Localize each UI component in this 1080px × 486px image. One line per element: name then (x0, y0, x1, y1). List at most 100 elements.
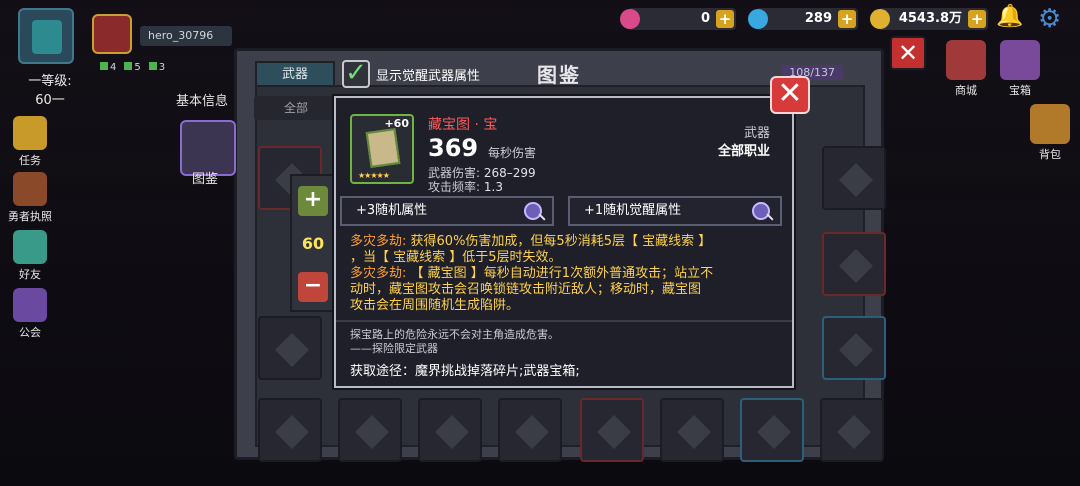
avatar-face (32, 20, 62, 54)
weapon-lore-sub: ——探险限定武器 (350, 342, 438, 355)
side-item-guild-label: 公会 (19, 326, 41, 339)
weapon-slot[interactable] (338, 398, 402, 462)
effect-1-line-1: 获得60%伤害加成，但每5秒消耗5层【 宝藏线索 】 (410, 234, 712, 249)
effect-description-1: 多灾多劫: 获得60%伤害加成，但每5秒消耗5层【 宝藏线索 】 ，当【 宝藏线… (350, 234, 782, 266)
weapon-name: 藏宝图 · 宝 (428, 117, 498, 133)
awaken-attribute-label: +1随机觉醒属性 (584, 203, 682, 218)
mini-stat-2: 5 (124, 62, 140, 73)
notification-bell-icon[interactable]: 🔔 (996, 4, 1024, 32)
settings-gear-icon[interactable]: ⚙ (1038, 4, 1068, 34)
side-item-tasks[interactable]: 任务 (8, 116, 52, 168)
level-decrease-button[interactable]: − (298, 272, 328, 302)
license-icon (13, 172, 47, 206)
mini-stat-3: 3 (149, 62, 165, 73)
blue-gem-icon (748, 9, 768, 29)
weapon-slot[interactable] (820, 398, 884, 462)
side-item-friends[interactable]: 好友 (8, 230, 52, 282)
show-awakened-toggle[interactable]: ✓ 显示觉醒武器属性 (342, 60, 480, 88)
show-awakened-label: 显示觉醒武器属性 (376, 68, 481, 84)
blue-gem-counter: 289 + (748, 8, 858, 30)
pink-gem-icon (620, 9, 640, 29)
weapon-dps-label: 每秒伤害 (488, 146, 537, 160)
weapon-source-value: 魔界挑战掉落碎片;武器宝箱; (415, 364, 580, 379)
weapon-rate-line: 攻击频率: 1.3 (428, 178, 503, 195)
side-item-shop-label: 商城 (955, 84, 977, 97)
weapon-rate-label: 攻击频率: (428, 180, 481, 194)
weapon-icon: +60 ★★★★★ (350, 114, 414, 184)
hero-name-label: hero_30796 (140, 26, 232, 46)
side-item-chest-label: 宝箱 (1009, 84, 1031, 97)
effect-2-line-1: 【 藏宝图 】每秒自动进行1次额外普通攻击；站立不 (410, 266, 714, 281)
add-gold-button[interactable]: + (968, 10, 986, 28)
effect-2-tag: 多灾多劫: (350, 266, 407, 281)
weapon-slot[interactable] (822, 232, 886, 296)
weapon-slot[interactable] (740, 398, 804, 462)
checkmark-icon: ✓ (342, 60, 370, 88)
side-item-shop[interactable]: 商城 (938, 40, 994, 98)
weapon-slot[interactable] (258, 316, 322, 380)
guild-icon (13, 288, 47, 322)
effect-2-line-2: 动时，藏宝图攻击会召唤锁链攻击附近敌人；移动时，藏宝图 (350, 282, 702, 297)
level-stepper: + 60 − (290, 174, 336, 312)
weapon-slot[interactable] (660, 398, 724, 462)
awaken-attribute-box[interactable]: +1随机觉醒属性 (568, 196, 782, 226)
codex-side-labels: 基本信息 (176, 90, 228, 109)
add-blue-gem-button[interactable]: + (838, 10, 856, 28)
side-item-license[interactable]: 勇者执照 (8, 172, 52, 224)
side-item-backpack-label: 背包 (1039, 148, 1061, 161)
weapon-rate-value: 1.3 (483, 180, 503, 194)
side-item-tasks-label: 任务 (19, 154, 41, 167)
filter-1[interactable]: 全部 (254, 96, 344, 120)
side-label-codex[interactable]: 图鉴 (192, 168, 218, 187)
weapon-slot[interactable] (258, 398, 322, 462)
pink-gem-counter: 0 + (620, 8, 736, 30)
side-item-chest[interactable]: 宝箱 (992, 40, 1048, 98)
effect-2-line-3: 攻击会在周围随机生成陷阱。 (350, 298, 520, 313)
weapon-type: 武器 (743, 126, 770, 141)
weapon-detail-panel: +60 ★★★★★ 藏宝图 · 宝 369 每秒伤害 武器伤害: 268–299… (334, 96, 794, 388)
treasure-map-icon (365, 128, 401, 168)
mini-stats: 4 5 3 (100, 62, 165, 73)
codex-close-button[interactable]: ✕ (890, 36, 926, 70)
weapon-slot[interactable] (418, 398, 482, 462)
mini-stat-1: 4 (100, 62, 116, 73)
weapon-source-label: 获取途径： (350, 364, 416, 379)
chest-icon (1000, 40, 1040, 80)
backpack-icon (1030, 104, 1070, 144)
weapon-plus-level: +60 (384, 117, 409, 130)
side-label-basic-info[interactable]: 基本信息 (176, 90, 228, 109)
friends-icon (13, 230, 47, 264)
weapon-source: 获取途径：魔界挑战掉落碎片;武器宝箱; (350, 360, 580, 379)
gold-coin-icon (870, 9, 890, 29)
side-item-guild[interactable]: 公会 (8, 288, 52, 340)
weapon-slot[interactable] (498, 398, 562, 462)
side-item-license-label: 勇者执照 (8, 210, 52, 223)
level-increase-button[interactable]: + (298, 186, 328, 216)
weapon-slot[interactable] (822, 316, 886, 380)
effect-description-2: 多灾多劫: 【 藏宝图 】每秒自动进行1次额外普通攻击；站立不 动时，藏宝图攻击… (350, 266, 782, 314)
blue-gem-value: 289 (804, 11, 832, 26)
pink-gem-value: 0 (700, 11, 710, 26)
side-item-backpack[interactable]: 背包 (1022, 104, 1078, 162)
weapon-slot[interactable] (822, 146, 886, 210)
level-stepper-value: 60 (301, 234, 325, 253)
random-attribute-box[interactable]: +3随机属性 (340, 196, 554, 226)
guild-emblem-icon[interactable] (92, 14, 132, 54)
weapon-class: 全部职业 (717, 144, 770, 159)
gold-value: 4543.8万 (898, 11, 962, 26)
effect-1-tag: 多灾多劫: (350, 234, 407, 249)
player-avatar[interactable] (18, 8, 74, 64)
shop-icon (946, 40, 986, 80)
weapon-dps: 369 (428, 134, 479, 162)
add-pink-gem-button[interactable]: + (716, 10, 734, 28)
weapon-stars-icon: ★★★★★ (358, 171, 390, 180)
random-attribute-label: +3随机属性 (356, 203, 428, 218)
magnifier-icon[interactable] (524, 202, 542, 220)
side-item-friends-label: 好友 (19, 268, 41, 281)
detail-divider (336, 320, 792, 322)
weapon-slot[interactable] (580, 398, 644, 462)
detail-close-button[interactable]: ✕ (770, 76, 810, 114)
magnifier-icon[interactable] (752, 202, 770, 220)
player-level: 一等级: 60一 (28, 74, 72, 108)
gold-counter: 4543.8万 + (870, 8, 988, 30)
